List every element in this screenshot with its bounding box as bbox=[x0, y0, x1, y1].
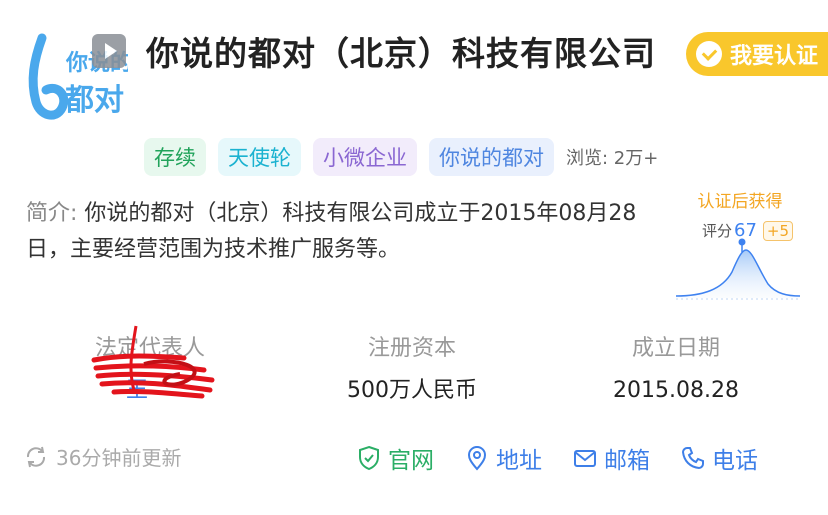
score-widget[interactable]: 认证后获得 评分 67 +5 bbox=[672, 186, 804, 306]
certify-button-label: 我要认证 bbox=[730, 44, 819, 69]
phone-label: 电话 bbox=[712, 448, 758, 474]
email-button[interactable]: 邮箱 bbox=[572, 436, 650, 480]
capital-value: 500万人民币 bbox=[347, 378, 477, 403]
founding-date: 成立日期 2015.08.28 bbox=[586, 334, 766, 406]
company-name: 你说的都对（北京）科技有限公司 bbox=[146, 34, 656, 73]
intro-label: 简介: bbox=[26, 201, 78, 226]
score-heading: 认证后获得 bbox=[697, 192, 783, 212]
date-label: 成立日期 bbox=[631, 336, 720, 361]
company-intro: 简介: 你说的都对（北京）科技有限公司成立于2015年08月28日，主要经营范围… bbox=[26, 196, 666, 268]
tag-status[interactable]: 存续 bbox=[144, 138, 206, 176]
registered-capital: 注册资本 500万人民币 bbox=[322, 334, 502, 406]
tag-brand[interactable]: 你说的都对 bbox=[429, 138, 554, 176]
update-text: 36分钟前更新 bbox=[56, 446, 182, 470]
score-curve-icon bbox=[675, 238, 801, 300]
shield-check-icon bbox=[359, 445, 379, 471]
check-badge-icon bbox=[696, 41, 722, 67]
website-button[interactable]: 官网 bbox=[356, 436, 434, 480]
logo-text-bottom: 都对 bbox=[63, 83, 124, 118]
phone-button[interactable]: 电话 bbox=[680, 436, 758, 480]
intro-text: 你说的都对（北京）科技有限公司成立于2015年08月28日，主要经营范围为技术推… bbox=[26, 201, 637, 262]
mail-icon bbox=[574, 450, 596, 467]
tag-size[interactable]: 小微企业 bbox=[313, 138, 417, 176]
update-info[interactable]: 36分钟前更新 bbox=[24, 442, 181, 471]
certify-button[interactable]: 我要认证 bbox=[686, 32, 828, 76]
redaction-scribble bbox=[91, 325, 215, 399]
tag-row: 存续 天使轮 小微企业 你说的都对 浏览: 2万+ bbox=[144, 138, 658, 176]
view-count: 浏览: 2万+ bbox=[566, 148, 659, 169]
date-value: 2015.08.28 bbox=[613, 378, 739, 403]
action-bar: 官网 地址 邮箱 电话 bbox=[356, 436, 758, 480]
phone-icon bbox=[681, 447, 704, 470]
refresh-icon bbox=[26, 446, 46, 467]
email-label: 邮箱 bbox=[604, 448, 650, 474]
capital-label: 注册资本 bbox=[367, 336, 456, 361]
address-label: 地址 bbox=[496, 448, 542, 474]
website-label: 官网 bbox=[388, 448, 434, 474]
video-play-icon[interactable] bbox=[92, 34, 126, 68]
company-logo[interactable]: 你说的 都对 bbox=[22, 30, 128, 128]
address-button[interactable]: 地址 bbox=[464, 436, 542, 480]
location-pin-icon bbox=[467, 446, 487, 471]
tag-funding[interactable]: 天使轮 bbox=[218, 138, 301, 176]
company-card: 你说的 都对 你说的都对（北京）科技有限公司 我要认证 存续 天使轮 小微企业 … bbox=[0, 0, 828, 515]
